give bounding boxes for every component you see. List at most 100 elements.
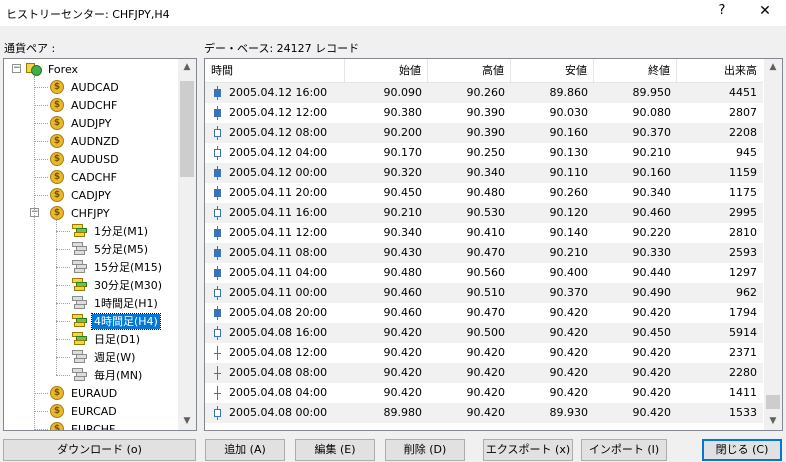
column-header-low[interactable]: 安値 bbox=[511, 59, 594, 83]
edit-button[interactable]: 編集 (E) bbox=[295, 439, 375, 461]
tree-timeframe-5[interactable]: 4時間足(H4) bbox=[72, 312, 161, 330]
column-header-time[interactable]: 時間 bbox=[205, 59, 345, 83]
cell-volume: 2208 bbox=[729, 126, 757, 139]
column-header-high[interactable]: 高値 bbox=[428, 59, 511, 83]
tree-timeframe-2[interactable]: 15分足(M15) bbox=[72, 258, 164, 276]
tree-connector bbox=[34, 76, 35, 430]
table-row[interactable]: 2005.04.08 00:00 89.980 90.420 89.930 90.420… bbox=[205, 403, 763, 423]
scroll-up-arrow-icon[interactable]: ▲ bbox=[178, 59, 196, 76]
table-row[interactable]: 2005.04.11 04:00 90.480 90.560 90.400 90.440… bbox=[205, 263, 763, 283]
table-row[interactable]: 2005.04.11 20:00 90.450 90.480 90.260 90.340… bbox=[205, 183, 763, 203]
tree-timeframe-3[interactable]: 30分足(M30) bbox=[72, 276, 164, 294]
export-button[interactable]: エクスポート (x) bbox=[483, 439, 573, 461]
cell-high: 90.510 bbox=[466, 286, 506, 299]
cell-volume: 2280 bbox=[729, 366, 757, 379]
tree-pair-cadjpy[interactable]: $ CADJPY bbox=[50, 186, 113, 204]
tree-scrollbar[interactable]: ▲ ▼ bbox=[178, 59, 196, 430]
cell-time: 2005.04.11 00:00 bbox=[229, 286, 328, 299]
tree-scroll-thumb[interactable] bbox=[180, 81, 194, 177]
currency-coin-icon: $ bbox=[50, 404, 64, 418]
column-header-open[interactable]: 始値 bbox=[345, 59, 428, 83]
tree-pair-audnzd[interactable]: $ AUDNZD bbox=[50, 132, 121, 150]
currency-coin-icon: $ bbox=[50, 116, 64, 130]
tree-connector bbox=[34, 123, 48, 124]
table-row[interactable]: 2005.04.12 12:00 90.380 90.390 90.030 90.080… bbox=[205, 103, 763, 123]
import-button[interactable]: インポート (I) bbox=[581, 439, 667, 461]
delete-button[interactable]: 削除 (D) bbox=[385, 439, 465, 461]
history-table[interactable]: 時間 始値 高値 安値 終値 出来高 2005.04.12 16:00 90.09… bbox=[204, 58, 783, 431]
cell-volume: 2807 bbox=[729, 106, 757, 119]
cell-volume: 2371 bbox=[729, 346, 757, 359]
table-row[interactable]: 2005.04.08 08:00 90.420 90.420 90.420 90.420… bbox=[205, 363, 763, 383]
tree-timeframe-1-label: 5分足(M5) bbox=[94, 242, 149, 256]
cell-low: 90.420 bbox=[549, 366, 589, 379]
tree-timeframe-8[interactable]: 毎月(MN) bbox=[72, 366, 144, 384]
tree-timeframe-0[interactable]: 1分足(M1) bbox=[72, 222, 150, 240]
download-button[interactable]: ダウンロード (o) bbox=[3, 439, 196, 461]
tree-timeframe-7[interactable]: 週足(W) bbox=[72, 348, 137, 366]
table-row[interactable]: 2005.04.12 08:00 90.200 90.390 90.160 90.370… bbox=[205, 123, 763, 143]
table-row[interactable]: 2005.04.12 00:00 90.320 90.340 90.110 90.160… bbox=[205, 163, 763, 183]
collapse-icon[interactable]: − bbox=[12, 64, 21, 73]
currency-coin-icon: $ bbox=[50, 152, 64, 166]
close-dialog-button[interactable]: 閉じる (C) bbox=[702, 439, 782, 461]
table-row[interactable]: 2005.04.11 08:00 90.430 90.470 90.210 90.330… bbox=[205, 243, 763, 263]
table-row[interactable]: 2005.04.08 16:00 90.420 90.500 90.420 90.450… bbox=[205, 323, 763, 343]
table-row[interactable]: 2005.04.08 20:00 90.460 90.470 90.420 90.420… bbox=[205, 303, 763, 323]
tree-timeframe-1[interactable]: 5分足(M5) bbox=[72, 240, 150, 258]
help-button[interactable]: ? bbox=[700, 0, 744, 26]
table-row[interactable]: 2005.04.08 04:00 90.420 90.420 90.420 90.420… bbox=[205, 383, 763, 403]
table-row[interactable]: 2005.04.11 12:00 90.340 90.410 90.140 90.220… bbox=[205, 223, 763, 243]
cell-volume: 1175 bbox=[729, 186, 757, 199]
tree-timeframe-5-label: 4時間足(H4) bbox=[91, 312, 161, 330]
scroll-down-arrow-icon[interactable]: ▼ bbox=[764, 413, 782, 430]
tree-pair-audchf[interactable]: $ AUDCHF bbox=[50, 96, 119, 114]
cell-volume: 2593 bbox=[729, 246, 757, 259]
tree-pair-chfjpy[interactable]: $ CHFJPY bbox=[50, 204, 112, 222]
cell-high: 90.470 bbox=[466, 306, 506, 319]
cell-close: 90.220 bbox=[632, 226, 672, 239]
tree-pair-cadchf[interactable]: $ CADCHF bbox=[50, 168, 119, 186]
tree-pair-audjpy[interactable]: $ AUDJPY bbox=[50, 114, 113, 132]
candle-bull-icon bbox=[214, 326, 221, 340]
tree-pair-audchf-label: AUDCHF bbox=[71, 98, 118, 112]
cell-close: 90.420 bbox=[632, 306, 672, 319]
column-header-volume[interactable]: 出来高 bbox=[677, 59, 763, 83]
cell-low: 90.420 bbox=[549, 346, 589, 359]
table-row[interactable]: 2005.04.11 16:00 90.210 90.530 90.120 90.460… bbox=[205, 203, 763, 223]
cell-open: 90.430 bbox=[383, 246, 423, 259]
table-scrollbar[interactable]: ▲ ▼ bbox=[764, 59, 782, 430]
candle-bull-icon bbox=[214, 126, 221, 140]
tree-pair-eurchf[interactable]: $ EURCHF bbox=[50, 420, 117, 430]
window-close-button[interactable]: ✕ bbox=[744, 0, 786, 26]
symbol-tree[interactable]: − Forex $ AUDCAD $ AUDCHF $ AUDJPY $ AUDNZD $ AUDUS… bbox=[3, 58, 197, 431]
tree-pair-audcad[interactable]: $ AUDCAD bbox=[50, 78, 121, 96]
table-row[interactable]: 2005.04.12 16:00 90.090 90.260 89.860 89.950… bbox=[205, 83, 763, 103]
tree-connector bbox=[56, 249, 70, 250]
cell-close: 90.440 bbox=[632, 266, 672, 279]
tree-timeframe-0-label: 1分足(M1) bbox=[94, 224, 149, 238]
tree-timeframe-4[interactable]: 1時間足(H1) bbox=[72, 294, 160, 312]
table-row[interactable]: 2005.04.11 00:00 90.460 90.510 90.370 90.490… bbox=[205, 283, 763, 303]
add-button[interactable]: 追加 (A) bbox=[205, 439, 285, 461]
cell-time: 2005.04.12 04:00 bbox=[229, 146, 328, 159]
scroll-down-arrow-icon[interactable]: ▼ bbox=[178, 413, 196, 430]
tree-timeframe-6[interactable]: 日足(D1) bbox=[72, 330, 142, 348]
tree-connector bbox=[34, 87, 48, 88]
table-row[interactable]: 2005.04.12 04:00 90.170 90.250 90.130 90.210… bbox=[205, 143, 763, 163]
cell-time: 2005.04.08 00:00 bbox=[229, 406, 328, 419]
scroll-up-arrow-icon[interactable]: ▲ bbox=[764, 59, 782, 76]
cell-high: 90.420 bbox=[466, 386, 506, 399]
column-header-close[interactable]: 終値 bbox=[594, 59, 677, 83]
cell-low: 89.930 bbox=[549, 406, 589, 419]
tree-pair-eurcad[interactable]: $ EURCAD bbox=[50, 402, 119, 420]
table-row[interactable]: 2005.04.08 12:00 90.420 90.420 90.420 90.420… bbox=[205, 343, 763, 363]
candle-bull-icon bbox=[214, 206, 221, 220]
cell-high: 90.260 bbox=[466, 86, 506, 99]
currency-coin-icon: $ bbox=[50, 80, 64, 94]
tree-pair-audusd[interactable]: $ AUDUSD bbox=[50, 150, 121, 168]
candle-bull-icon bbox=[214, 286, 221, 300]
tree-pair-euraud[interactable]: $ EURAUD bbox=[50, 384, 119, 402]
table-scroll-thumb[interactable] bbox=[766, 395, 780, 409]
tree-timeframe-7-label: 週足(W) bbox=[94, 350, 136, 364]
